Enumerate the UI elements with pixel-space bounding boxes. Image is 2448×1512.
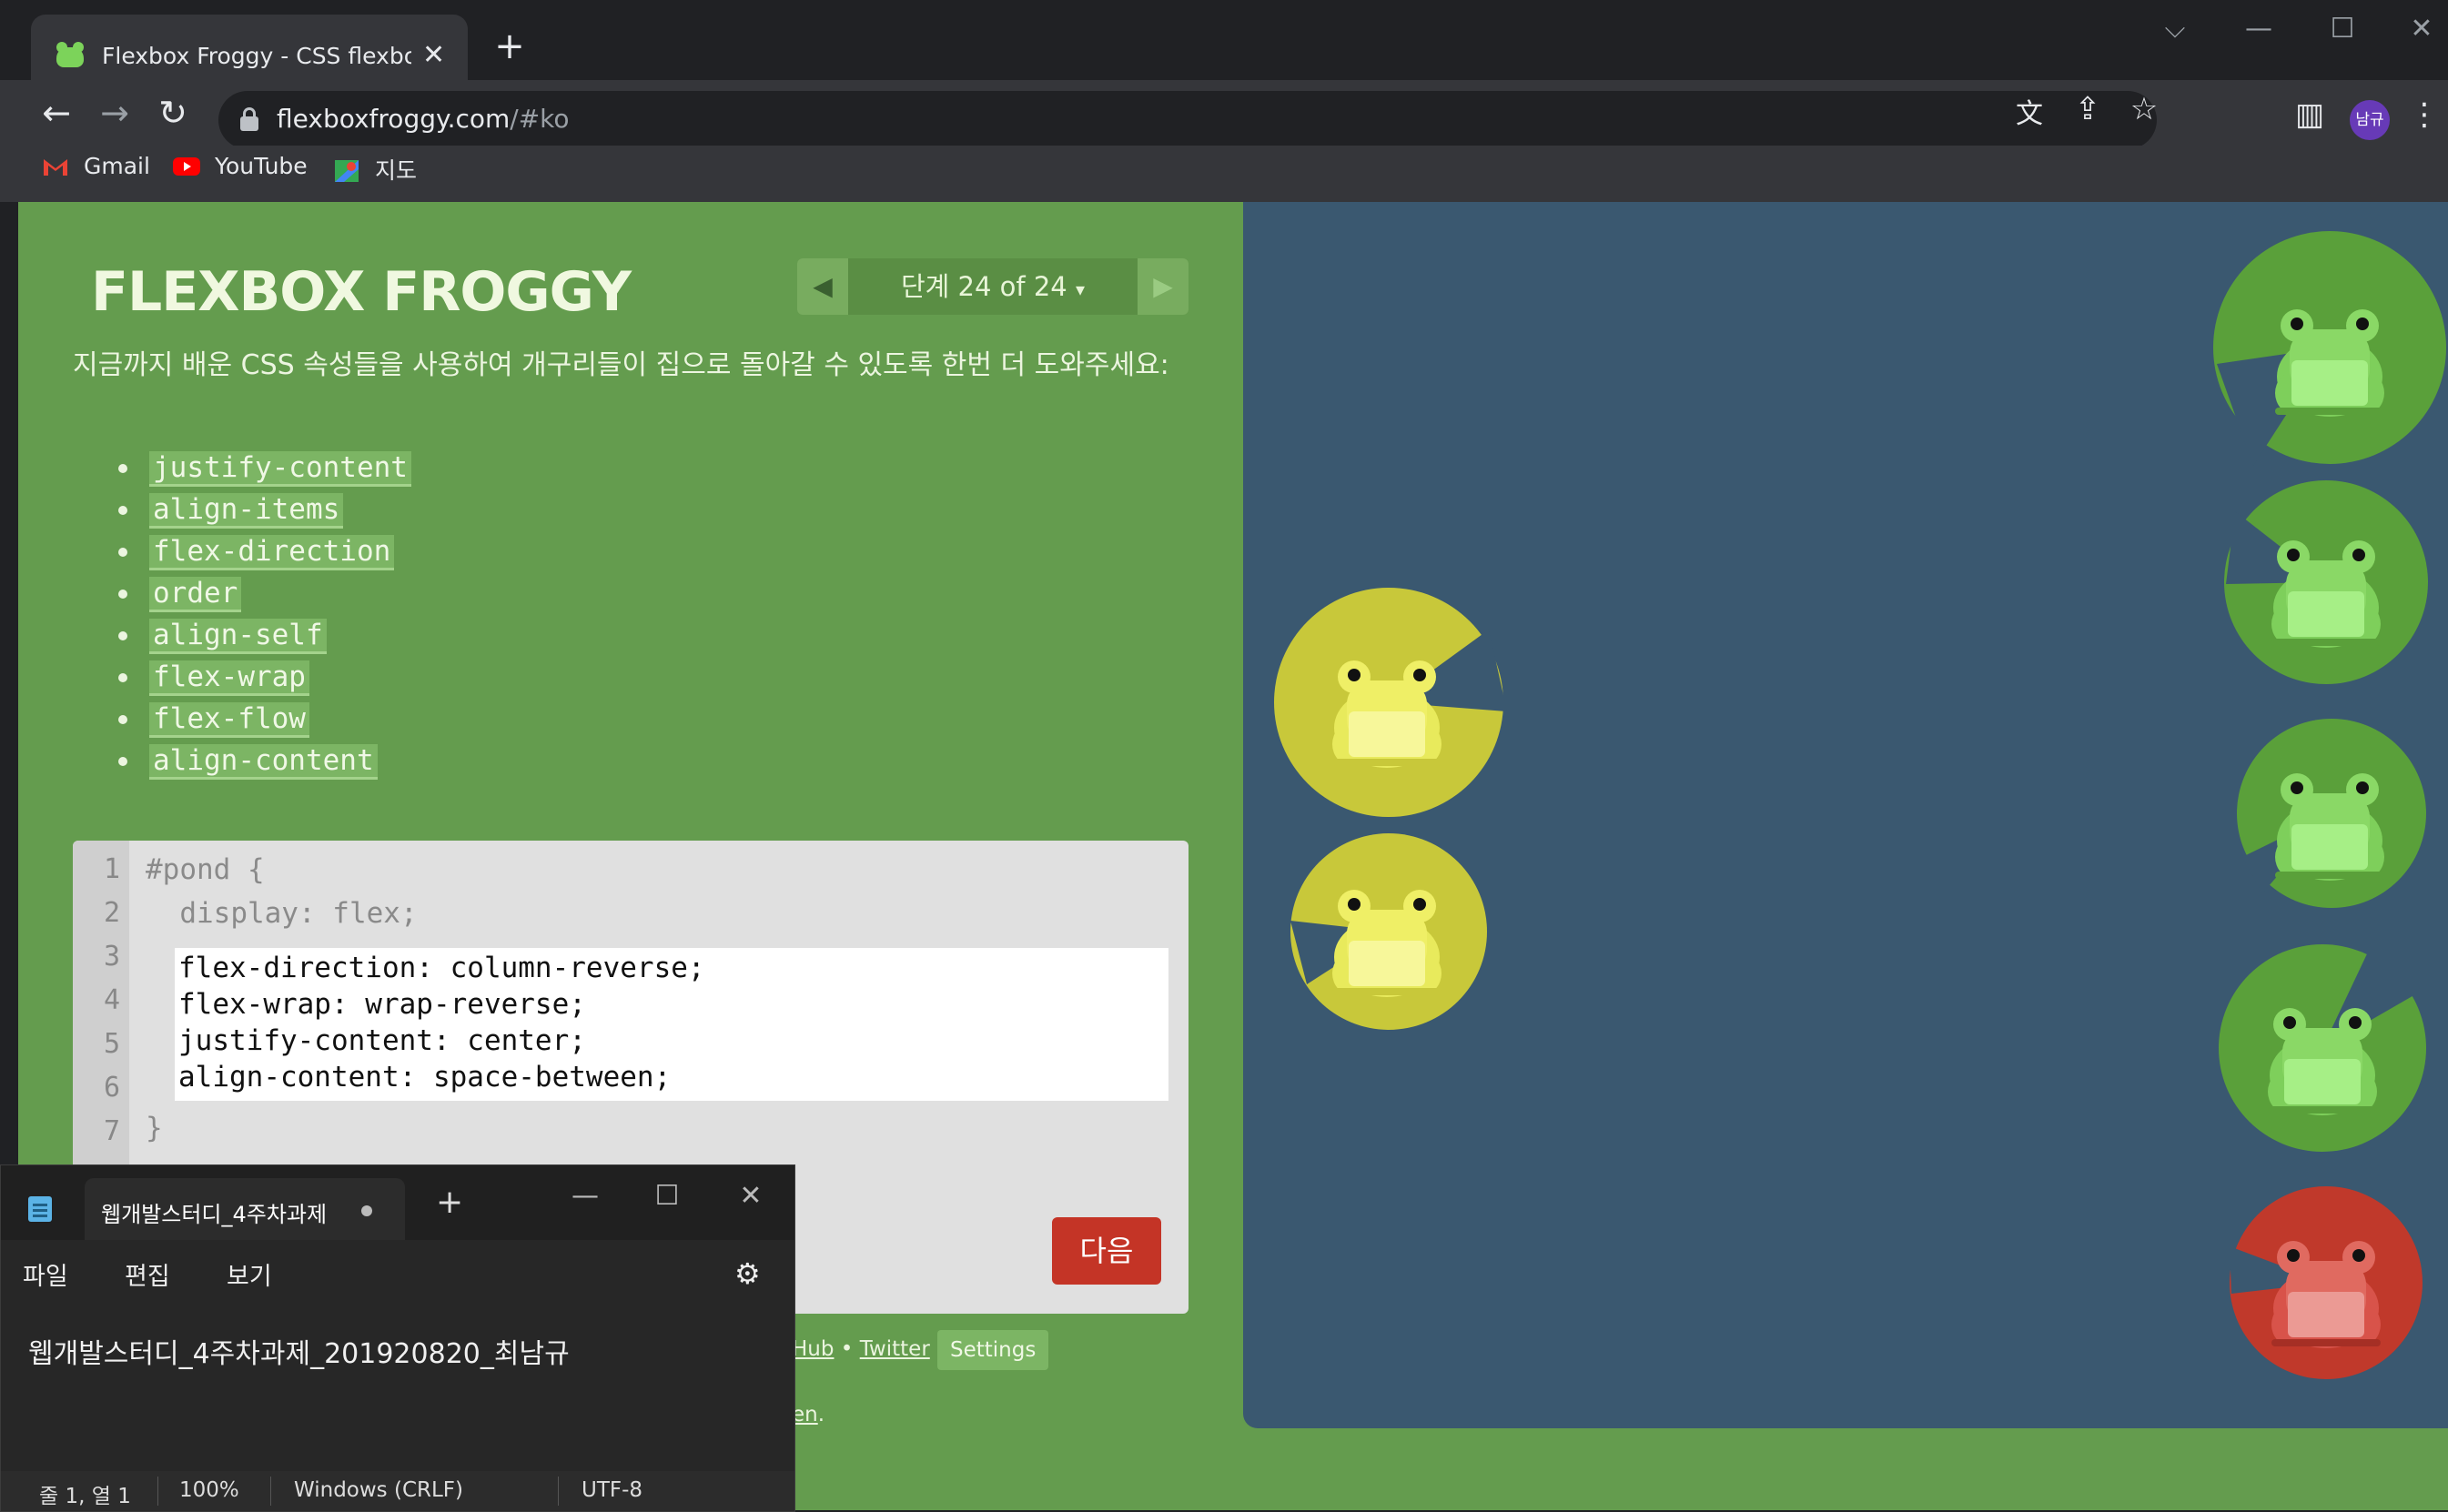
translate-icon[interactable]: 文 [2004,91,2055,131]
gmail-icon [42,156,69,177]
zoom-level[interactable]: 100% [179,1478,239,1502]
unsaved-indicator[interactable] [361,1205,372,1216]
notepad-new-tab-button[interactable]: + [436,1184,463,1221]
youtube-icon [173,156,200,177]
tab-search-icon[interactable]: ⌵ [2148,13,2202,45]
list-item: align-items [118,489,411,531]
notepad-app-icon [28,1196,52,1222]
notepad-menubar: 파일 편집 보기 ⚙ [1,1240,794,1298]
new-tab-button[interactable]: + [491,25,528,67]
notepad-maximize-button[interactable]: ☐ [640,1180,694,1212]
pond-scene [1274,231,2446,1379]
minimize-button[interactable]: — [2231,13,2286,45]
list-item: justify-content [118,448,411,489]
notepad-tab[interactable]: 웹개발스터디_4주차과제 [85,1178,405,1240]
credit-link[interactable]: en [792,1403,818,1426]
cursor-position: 줄 1, 열 1 [39,1485,131,1508]
property-code: flex-wrap [149,660,309,696]
bookmark-youtube[interactable]: YouTube [173,153,308,179]
previous-level-arrow-icon[interactable]: ◀ [797,258,848,315]
notepad-minimize-button[interactable]: — [558,1180,612,1212]
property-list: justify-content align-items flex-directi… [118,448,411,782]
profile-avatar[interactable]: 남규 [2350,100,2390,140]
encoding[interactable]: UTF-8 [582,1478,642,1502]
list-item: flex-flow [118,699,411,741]
list-item: flex-wrap [118,657,411,699]
list-item: order [118,573,411,615]
bookmarks-bar: Gmail YouTube 지도 [0,146,2448,202]
side-panel-icon[interactable]: ▥ [2284,96,2335,133]
github-link[interactable]: Hub [792,1337,834,1361]
list-item: align-self [118,615,411,657]
notepad-window: 웹개발스터디_4주차과제 + — ☐ ✕ 파일 편집 보기 ⚙ 웹개발스터디_4… [0,1164,795,1512]
property-code: align-self [149,618,327,654]
next-level-arrow-icon[interactable]: ▶ [1138,258,1189,315]
menu-view[interactable]: 보기 [227,1256,272,1292]
list-item: align-content [118,741,411,782]
notepad-text-content[interactable]: 웹개발스터디_4주차과제_201920820_최남규 [28,1331,570,1371]
frog-favicon-icon [55,42,86,67]
address-bar[interactable]: flexboxfroggy.com/#ko 文 ⇪ ☆ [218,91,2158,149]
css-input-textarea[interactable]: flex-direction: column-reverse; flex-wra… [175,948,1168,1101]
pond [1243,202,2448,1428]
bookmark-gmail[interactable]: Gmail [42,153,150,179]
list-item: flex-direction [118,531,411,573]
property-code: flex-flow [149,701,309,738]
menu-file[interactable]: 파일 [23,1256,68,1292]
footer-credit: en. [792,1403,825,1426]
notepad-close-button[interactable]: ✕ [723,1180,778,1212]
next-button[interactable]: 다음 [1052,1217,1161,1285]
code-line-1: #pond { [146,853,265,886]
twitter-link[interactable]: Twitter [860,1337,930,1361]
reload-icon[interactable]: ↻ [146,93,200,133]
property-code: justify-content [149,450,411,487]
level-navigator: ◀ 단계 24 of 24 ▾ ▶ [797,258,1189,315]
line-ending[interactable]: Windows (CRLF) [294,1478,463,1502]
settings-gear-icon[interactable]: ⚙ [734,1256,761,1291]
close-window-button[interactable]: ✕ [2399,13,2444,45]
notepad-statusbar: 줄 1, 열 1 100% Windows (CRLF) UTF-8 [1,1471,794,1511]
back-icon[interactable]: ← [29,93,84,133]
property-code: flex-direction [149,534,395,570]
code-closing-brace: } [146,1112,163,1144]
lock-icon[interactable] [240,107,258,131]
maps-icon [333,158,360,182]
share-icon[interactable]: ⇪ [2062,91,2113,127]
tab-title: Flexbox Froggy - CSS flexbox 속 [102,43,411,69]
settings-button[interactable]: Settings [937,1330,1049,1370]
menu-dots-icon[interactable]: ⋮ [2399,96,2448,133]
maximize-button[interactable]: ☐ [2315,13,2370,45]
notepad-tab-title: 웹개발스터디_4주차과제 [101,1202,328,1227]
tab-close-icon[interactable]: ✕ [422,39,445,71]
notepad-titlebar: 웹개발스터디_4주차과제 + — ☐ ✕ [1,1165,794,1240]
menu-edit[interactable]: 편집 [125,1256,170,1292]
forward-icon[interactable]: → [87,93,142,133]
footer-links: Hub • Twitter • [792,1337,949,1361]
property-code: align-items [149,492,344,529]
star-icon[interactable]: ☆ [2119,91,2170,127]
level-instructions: 지금까지 배운 CSS 속성들을 사용하여 개구리들이 집으로 돌아갈 수 있도… [73,349,1169,381]
code-line-2: display: flex; [146,897,418,930]
game-logo: FLEXBOX FROGGY [91,260,632,324]
property-code: align-content [149,743,378,780]
property-code: order [149,576,242,612]
bookmark-maps[interactable]: 지도 [333,153,417,186]
level-indicator[interactable]: 단계 24 of 24 ▾ [848,258,1138,315]
url-text[interactable]: flexboxfroggy.com/#ko [277,104,570,134]
